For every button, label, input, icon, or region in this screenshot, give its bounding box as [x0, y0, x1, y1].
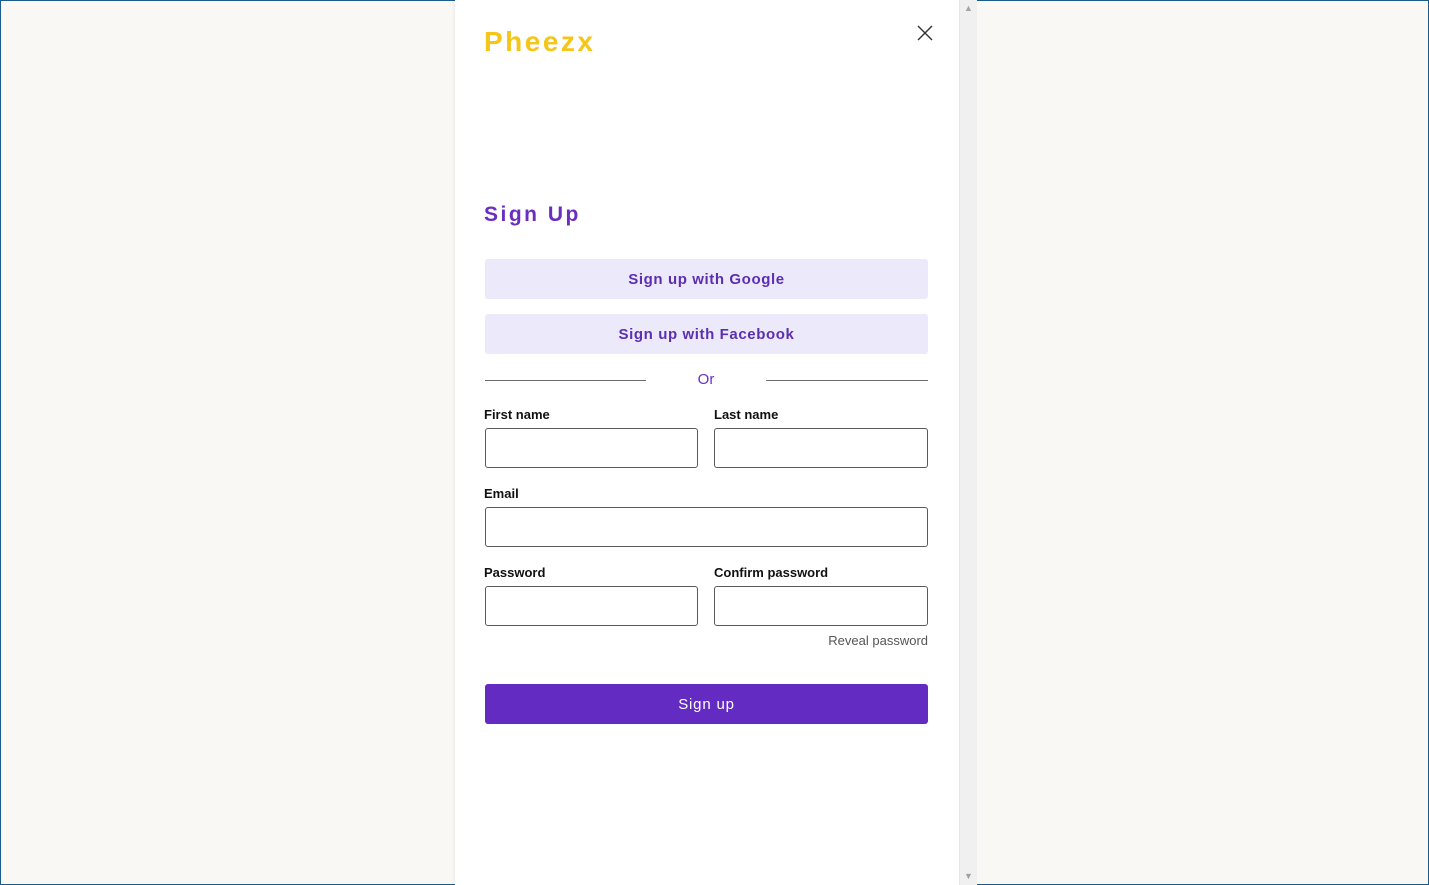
close-button[interactable] — [914, 22, 936, 44]
divider-line-right — [766, 380, 928, 381]
first-name-input[interactable] — [485, 428, 698, 468]
reveal-password-link[interactable]: Reveal password — [828, 633, 928, 648]
divider-line-left — [485, 380, 646, 381]
divider-or-text: Or — [697, 371, 715, 388]
password-input[interactable] — [485, 586, 698, 626]
form-title: Sign Up — [484, 203, 581, 226]
scrollbar[interactable]: ▲ ▼ — [959, 0, 977, 885]
scroll-down-arrow-icon[interactable]: ▼ — [960, 868, 977, 885]
last-name-input[interactable] — [714, 428, 928, 468]
facebook-signup-button[interactable]: Sign up with Facebook — [485, 314, 928, 354]
confirm-password-input[interactable] — [714, 586, 928, 626]
brand-logo: Pheezx — [484, 26, 596, 57]
last-name-label: Last name — [714, 407, 779, 422]
password-label: Password — [484, 565, 546, 580]
email-input[interactable] — [485, 507, 928, 547]
close-icon — [917, 25, 933, 41]
signup-submit-button[interactable]: Sign up — [485, 684, 928, 724]
confirm-password-label: Confirm password — [714, 565, 829, 580]
google-signup-button[interactable]: Sign up with Google — [485, 259, 928, 299]
scroll-up-arrow-icon[interactable]: ▲ — [960, 0, 977, 17]
email-label: Email — [484, 486, 519, 501]
first-name-label: First name — [484, 407, 550, 422]
